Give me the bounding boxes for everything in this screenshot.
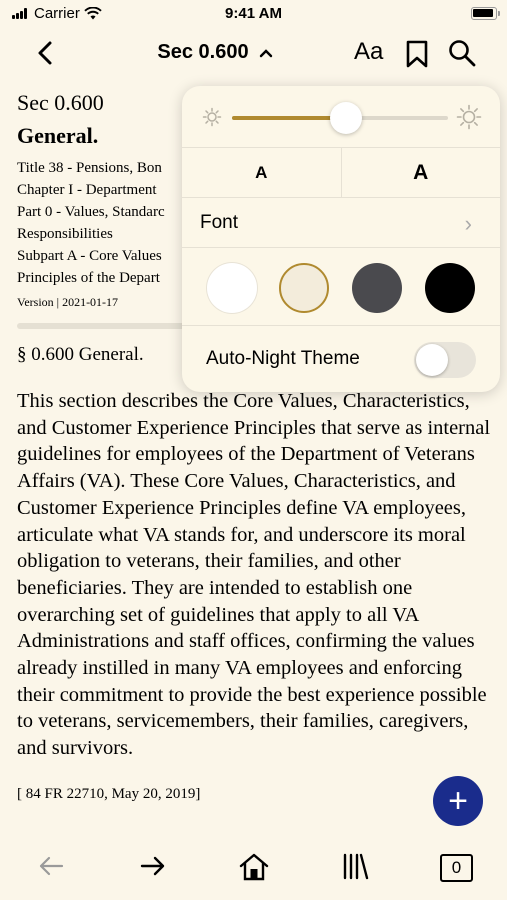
brightness-slider-fill (232, 116, 347, 120)
chevron-up-icon (259, 48, 272, 57)
chevron-right-icon: › (464, 211, 472, 236)
brightness-row (182, 86, 500, 148)
bookmark-icon[interactable] (404, 39, 430, 69)
theme-row (182, 248, 500, 326)
clock: 9:41 AM (225, 5, 282, 22)
navigation-bar: Sec 0.600 Aa (0, 30, 507, 76)
increase-text-size-button[interactable]: A (342, 148, 501, 197)
brightness-slider-thumb[interactable] (330, 102, 363, 134)
brightness-low-icon (202, 107, 222, 127)
theme-white-swatch[interactable] (207, 263, 257, 313)
auto-night-row: Auto-Night Theme (182, 326, 500, 392)
citation: [ 84 FR 22710, May 20, 2019] (17, 785, 201, 802)
font-label: Font (200, 212, 239, 233)
bottom-toolbar: 0 (0, 845, 507, 890)
theme-black-swatch[interactable] (425, 263, 475, 313)
hierarchy-line: Subpart A - Core Values (17, 248, 162, 264)
toggle-knob (416, 344, 448, 376)
home-icon[interactable] (238, 851, 270, 883)
text-size-row: A A (182, 148, 500, 198)
add-fab-button[interactable]: + (433, 776, 483, 826)
library-icon[interactable] (340, 851, 370, 881)
status-bar: Carrier 9:41 AM (0, 0, 507, 30)
theme-gray-swatch[interactable] (352, 263, 402, 313)
search-icon[interactable] (447, 38, 477, 68)
auto-night-toggle[interactable] (414, 342, 476, 378)
hierarchy-line: Title 38 - Pensions, Bon (17, 160, 162, 176)
auto-night-label: Auto-Night Theme (206, 348, 360, 369)
hierarchy-line: Part 0 - Values, Standarc (17, 204, 165, 220)
hierarchy-line: Principles of the Depart (17, 270, 160, 286)
body-text: This section describes the Core Values, … (17, 390, 491, 760)
section-title: Sec 0.600 (157, 41, 249, 63)
brightness-high-icon (456, 104, 482, 130)
hierarchy-line: Chapter I - Department (17, 182, 157, 198)
hierarchy-line: Responsibilities (17, 226, 113, 242)
theme-sepia-swatch[interactable] (279, 263, 329, 313)
battery-icon (471, 7, 500, 20)
tab-count-button[interactable]: 0 (440, 854, 473, 882)
arrow-left-icon[interactable] (36, 851, 66, 881)
decrease-text-size-button[interactable]: A (182, 148, 342, 197)
text-appearance-button[interactable]: Aa (354, 38, 383, 66)
arrow-right-icon[interactable] (138, 851, 168, 881)
font-row[interactable]: Font › (182, 198, 500, 248)
appearance-popover: A A Font › Auto-Night Theme (182, 86, 500, 392)
